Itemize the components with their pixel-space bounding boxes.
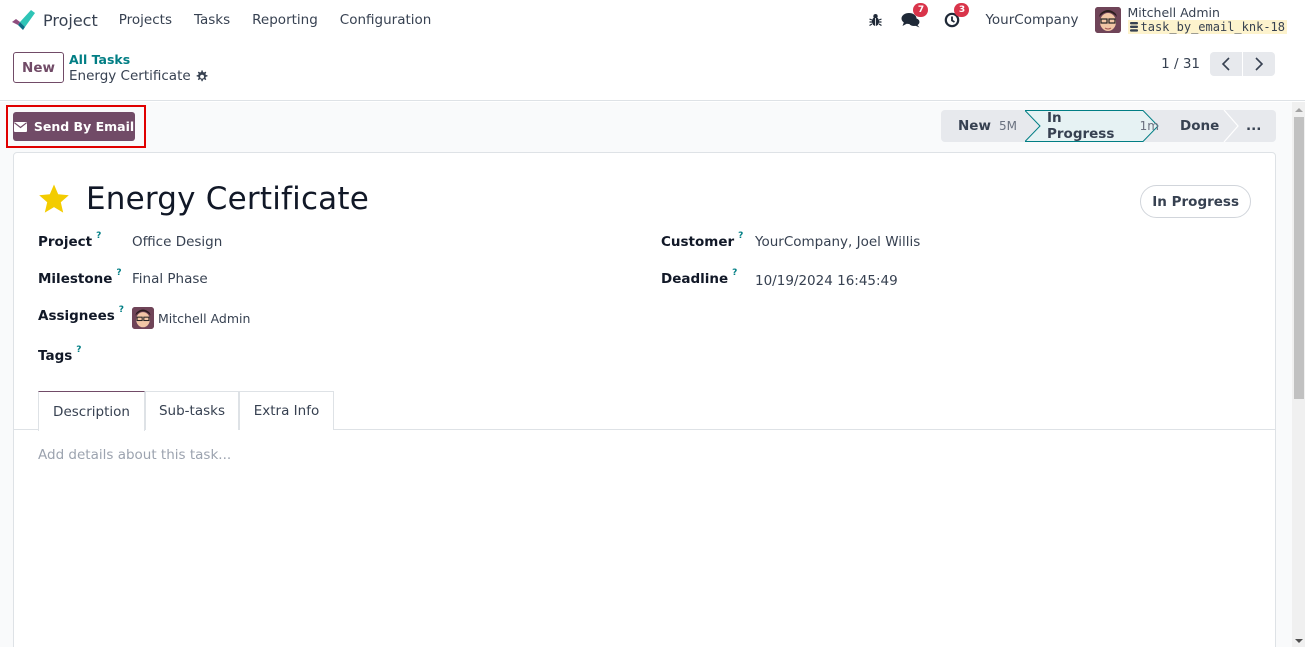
database-name: task_by_email_knk-18 (1127, 20, 1287, 34)
field-milestone-label: Milestone? (38, 268, 122, 287)
database-icon (1129, 22, 1138, 32)
envelope-icon (13, 121, 27, 132)
form-view: Send By Email New 5M In Progress 1m Done (0, 102, 1292, 647)
field-assignees-value[interactable]: Mitchell Admin (132, 307, 250, 329)
tab-sub-tasks[interactable]: Sub-tasks (145, 391, 239, 430)
user-face-icon (132, 307, 154, 329)
field-customer: Customer? YourCompany, Joel Willis (661, 231, 920, 250)
company-switcher[interactable]: YourCompany (985, 12, 1078, 28)
title-row: Energy Certificate (38, 181, 369, 217)
field-project: Project? Office Design (38, 231, 222, 250)
field-milestone-value[interactable]: Final Phase (132, 271, 208, 287)
form-statusbar: Send By Email New 5M In Progress 1m Done (0, 102, 1292, 152)
menu-projects[interactable]: Projects (108, 12, 183, 28)
pager-value[interactable]: 1 / 31 (1161, 56, 1200, 72)
field-tags-value[interactable] (132, 348, 332, 366)
pager: 1 / 31 (1161, 52, 1275, 76)
tab-extra-info[interactable]: Extra Info (239, 391, 334, 430)
tab-description[interactable]: Description (38, 391, 145, 431)
field-deadline: Deadline? 10/19/2024 16:45:49 (661, 268, 898, 289)
stage-more-label: ... (1246, 118, 1262, 134)
page-scrollbar[interactable] (1292, 102, 1305, 647)
breadcrumb-all-tasks[interactable]: All Tasks (69, 51, 208, 68)
stage-in-progress-duration: 1m (1139, 119, 1159, 133)
assignee-avatar (132, 307, 154, 329)
debug-button[interactable] (864, 9, 886, 31)
stage-in-progress-label: In Progress (1047, 110, 1115, 142)
help-icon[interactable]: ? (119, 305, 124, 321)
stage-more-button[interactable]: ... (1246, 110, 1261, 142)
scroll-up-arrow-icon[interactable] (1295, 108, 1303, 112)
pager-next-button[interactable] (1243, 52, 1275, 76)
field-tags-label: Tags? (38, 345, 82, 364)
control-panel: New All Tasks Energy Certificate 1 / 31 (0, 40, 1305, 101)
assignee-name: Mitchell Admin (158, 310, 251, 326)
help-icon[interactable]: ? (732, 268, 737, 284)
menu-tasks[interactable]: Tasks (183, 12, 241, 28)
help-icon[interactable]: ? (116, 268, 121, 284)
help-icon[interactable]: ? (96, 231, 101, 247)
messages-button[interactable]: 7 (900, 3, 929, 31)
notebook-tabs: Description Sub-tasks Extra Info (14, 391, 1275, 431)
stage-new-label: New (958, 118, 991, 134)
scroll-thumb[interactable] (1294, 117, 1304, 399)
gear-icon[interactable] (195, 70, 208, 83)
stage-done-label: Done (1180, 118, 1220, 134)
task-state-button[interactable]: In Progress (1140, 185, 1251, 218)
form-sheet: Energy Certificate In Progress Project? … (13, 152, 1276, 647)
field-assignees-label: Assignees? (38, 305, 125, 324)
database-label: task_by_email_knk-18 (1140, 20, 1286, 34)
user-avatar[interactable] (1094, 7, 1121, 33)
menu-reporting[interactable]: Reporting (241, 12, 329, 28)
field-customer-value[interactable]: YourCompany, Joel Willis (755, 234, 920, 250)
activities-badge: 3 (954, 3, 970, 17)
user-name: Mitchell Admin (1127, 5, 1220, 20)
breadcrumb: All Tasks Energy Certificate (69, 51, 208, 85)
new-button[interactable]: New (13, 52, 64, 83)
field-tags: Tags? (38, 345, 332, 366)
stage-separator-icon (1223, 110, 1239, 142)
chevron-left-icon (1221, 57, 1230, 71)
field-project-label: Project? (38, 231, 102, 250)
field-deadline-label: Deadline? (661, 268, 738, 287)
messages-badge: 7 (913, 3, 929, 17)
field-project-value[interactable]: Office Design (132, 234, 222, 250)
app-brand[interactable]: Project (11, 9, 108, 31)
top-navbar: Project Projects Tasks Reporting Configu… (0, 0, 1305, 40)
breadcrumb-current: Energy Certificate (69, 68, 208, 85)
stage-new[interactable]: New 5M (958, 110, 1017, 142)
user-face-icon (1094, 7, 1121, 33)
stage-in-progress[interactable]: In Progress 1m (1025, 110, 1159, 142)
stage-selector: New 5M In Progress 1m Done ... (941, 110, 1276, 142)
pager-previous-button[interactable] (1210, 52, 1242, 76)
field-customer-label: Customer? (661, 231, 744, 250)
menu-configuration[interactable]: Configuration (329, 12, 443, 28)
stage-new-duration: 5M (998, 119, 1017, 133)
project-logo-icon (12, 10, 35, 30)
star-icon[interactable] (38, 183, 70, 215)
field-assignees: Assignees? Mitchell Admin (38, 305, 250, 329)
activities-button[interactable]: 3 (941, 3, 970, 31)
chevron-right-icon (1255, 57, 1264, 71)
send-by-email-button[interactable]: Send By Email (13, 112, 135, 141)
bug-icon (869, 14, 882, 27)
app-name: Project (43, 10, 98, 30)
field-deadline-value[interactable]: 10/19/2024 16:45:49 (755, 271, 898, 289)
send-by-email-label: Send By Email (33, 119, 135, 134)
task-title[interactable]: Energy Certificate (86, 181, 369, 217)
stage-done[interactable]: Done (1180, 110, 1219, 142)
breadcrumb-current-label: Energy Certificate (69, 68, 191, 84)
help-icon[interactable]: ? (738, 231, 743, 247)
user-menu[interactable]: Mitchell Admin task_by_email_knk-18 (1127, 5, 1287, 34)
scroll-down-arrow-icon[interactable] (1295, 639, 1303, 643)
field-milestone: Milestone? Final Phase (38, 268, 208, 287)
help-icon[interactable]: ? (76, 345, 81, 361)
description-editor[interactable]: Add details about this task... (38, 447, 231, 463)
